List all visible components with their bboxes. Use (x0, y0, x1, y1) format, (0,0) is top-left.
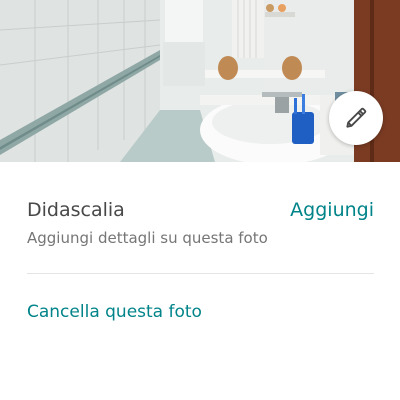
delete-photo-button[interactable]: Cancella questa foto (27, 300, 202, 324)
divider (27, 273, 374, 274)
photo-detail-screen: Didascalia Aggiungi Aggiungi dettagli su… (0, 0, 400, 400)
caption-title: Didascalia (27, 199, 125, 221)
edit-photo-button[interactable] (329, 91, 383, 145)
caption-hint: Aggiungi dettagli su questa foto (27, 229, 268, 247)
caption-row: Didascalia Aggiungi (27, 196, 374, 224)
pencil-icon (346, 107, 367, 128)
add-caption-button[interactable]: Aggiungi (290, 196, 374, 224)
bathroom-photo (0, 0, 400, 162)
